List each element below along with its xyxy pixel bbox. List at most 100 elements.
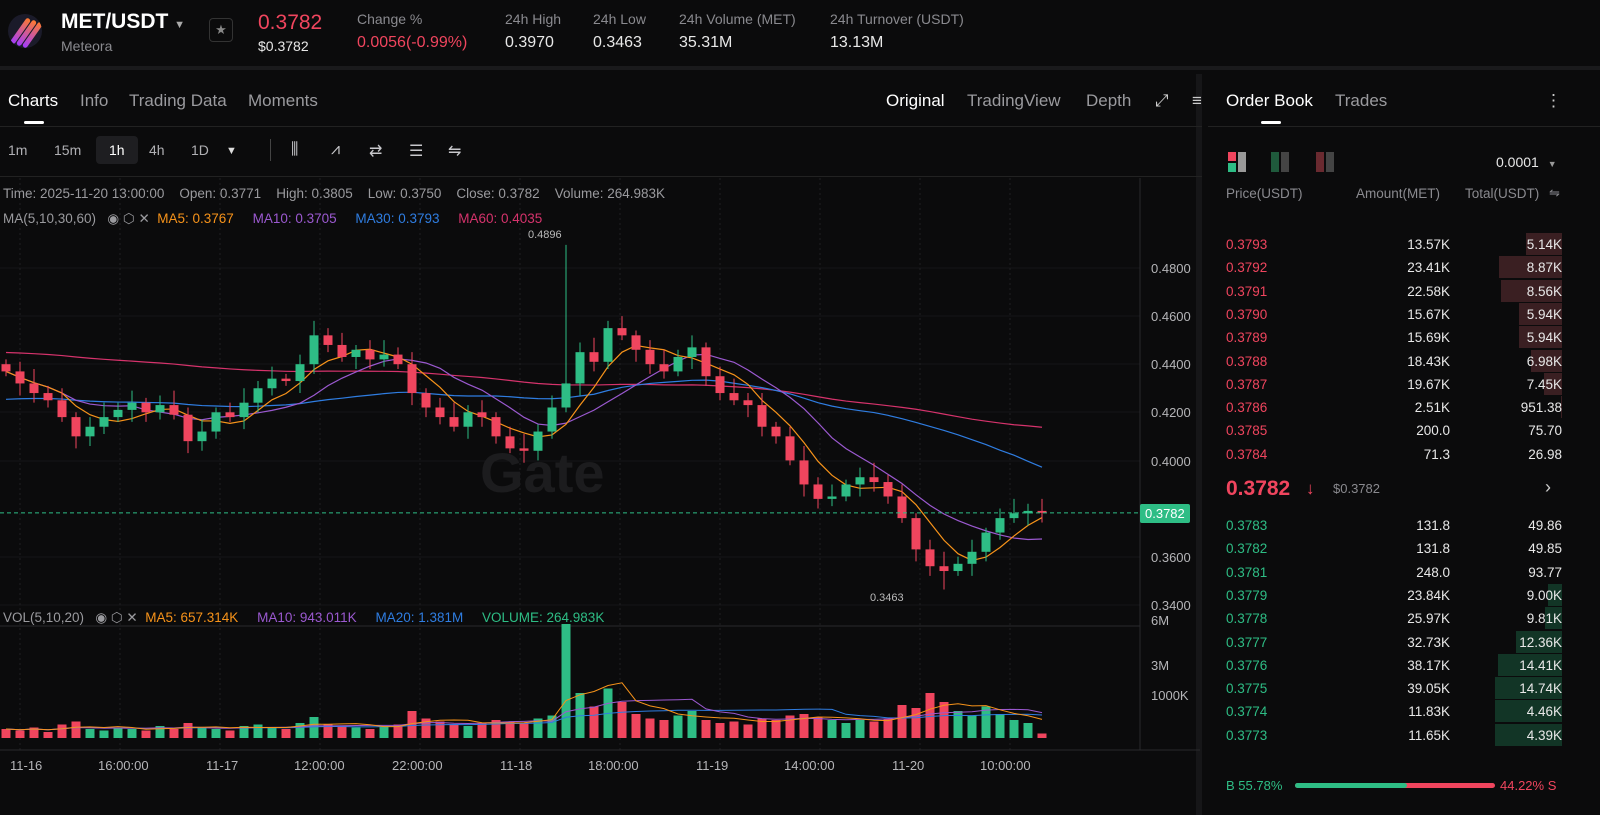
ask-row[interactable]: 0.3791 22.58K 8.56K xyxy=(1226,279,1562,303)
candle-body xyxy=(421,393,431,408)
eye-icon[interactable]: ◉ xyxy=(107,211,119,226)
bid-row[interactable]: 0.3779 23.84K 9.00K xyxy=(1226,583,1562,607)
volume-bar xyxy=(379,726,389,738)
candle-body xyxy=(813,484,823,499)
candlestick-chart[interactable] xyxy=(0,0,1200,815)
candle-body xyxy=(239,402,249,418)
close-icon[interactable]: ✕ xyxy=(126,610,137,625)
ask-row[interactable]: 0.3790 15.67K 5.94K xyxy=(1226,302,1562,326)
candle-body xyxy=(281,378,291,382)
candle-body xyxy=(939,566,949,572)
bid-row[interactable]: 0.3774 11.83K 4.46K xyxy=(1226,700,1562,723)
row-amount: 11.83K xyxy=(1408,704,1450,720)
volume-bar xyxy=(911,708,921,738)
volume-tick: 1000K xyxy=(1151,688,1189,703)
active-tab-indicator xyxy=(1261,121,1281,124)
candle-body xyxy=(869,477,879,483)
candle-body xyxy=(547,407,557,432)
row-amount: 23.41K xyxy=(1407,260,1450,276)
row-price: 0.3793 xyxy=(1226,237,1268,252)
tab-trades[interactable]: Trades xyxy=(1335,91,1387,111)
time-tick: 10:00:00 xyxy=(980,758,1031,773)
row-total: 49.85 xyxy=(1528,541,1562,557)
price-tick: 0.3600 xyxy=(1151,550,1191,565)
volume-bar xyxy=(519,723,529,738)
row-total: 4.39K xyxy=(1526,727,1562,743)
bid-row[interactable]: 0.3775 39.05K 14.74K xyxy=(1226,677,1562,700)
row-price: 0.3774 xyxy=(1226,704,1268,720)
bid-row[interactable]: 0.3776 38.17K 14.41K xyxy=(1226,653,1562,677)
volume-bar xyxy=(645,718,655,738)
ask-row[interactable]: 0.3789 15.69K 5.94K xyxy=(1226,326,1562,349)
eye-icon[interactable]: ◉ xyxy=(95,610,107,625)
row-total: 5.94K xyxy=(1526,306,1562,322)
volume-bar xyxy=(617,702,627,738)
row-amount: 131.8 xyxy=(1416,518,1450,533)
time-tick: 11-20 xyxy=(892,758,925,773)
volume-bar xyxy=(15,730,25,738)
volume-bar xyxy=(729,721,739,738)
ohlc-close: Close: 0.3782 xyxy=(456,186,540,201)
volume-bar xyxy=(169,729,179,738)
toggle-total-icon[interactable]: ⇋ xyxy=(1549,185,1560,201)
ratio-bar xyxy=(1295,783,1495,788)
more-icon[interactable]: ⋮ xyxy=(1545,91,1562,111)
row-total: 7.45K xyxy=(1526,376,1562,392)
candle-body xyxy=(71,417,81,437)
volume-bar xyxy=(813,717,823,738)
bid-row[interactable]: 0.3773 11.65K 4.39K xyxy=(1226,723,1562,747)
candle-body xyxy=(953,563,963,572)
ask-row[interactable]: 0.3787 19.67K 7.45K xyxy=(1226,372,1562,396)
settings-icon[interactable]: ⬡ xyxy=(111,610,123,625)
price-tick: 0.4000 xyxy=(1151,454,1191,469)
book-bids-icon[interactable] xyxy=(1271,152,1293,172)
volume-bar xyxy=(561,624,571,738)
row-price: 0.3786 xyxy=(1226,400,1268,416)
bid-row[interactable]: 0.3783 131.8 49.86 xyxy=(1226,514,1562,537)
ma30-value: MA30: 0.3793 xyxy=(355,211,440,226)
candle-body xyxy=(841,484,851,497)
settings-icon[interactable]: ⬡ xyxy=(123,211,135,226)
time-tick: 11-17 xyxy=(206,758,239,773)
row-amount: 15.69K xyxy=(1407,330,1450,346)
candle-body xyxy=(463,412,473,427)
precision-value: 0.0001 xyxy=(1496,154,1539,170)
tab-order-book[interactable]: Order Book xyxy=(1226,91,1313,111)
book-both-icon[interactable] xyxy=(1228,152,1250,172)
bid-row[interactable]: 0.3781 248.0 93.77 xyxy=(1226,561,1562,584)
row-total: 8.87K xyxy=(1526,260,1562,276)
candle-body xyxy=(393,354,403,365)
candle-body xyxy=(603,328,613,362)
row-price: 0.3776 xyxy=(1226,657,1268,673)
row-total: 8.56K xyxy=(1526,283,1562,299)
volume-bar xyxy=(925,693,935,738)
ask-row[interactable]: 0.3793 13.57K 5.14K xyxy=(1226,233,1562,256)
divider xyxy=(1208,126,1600,127)
buy-ratio-fill xyxy=(1295,783,1407,788)
volume-bar xyxy=(309,717,319,738)
row-total: 9.00K xyxy=(1526,587,1562,603)
row-amount: 200.0 xyxy=(1416,423,1450,439)
ask-row[interactable]: 0.3786 2.51K 951.38 xyxy=(1226,396,1562,419)
candle-body xyxy=(925,549,935,567)
row-total: 4.46K xyxy=(1526,704,1562,720)
candle-body xyxy=(715,376,725,394)
bid-row[interactable]: 0.3782 131.8 49.85 xyxy=(1226,537,1562,560)
price-tick: 0.4800 xyxy=(1151,261,1191,276)
candle-body xyxy=(85,426,95,437)
precision-select[interactable]: 0.0001 ▼ xyxy=(1496,154,1557,170)
close-icon[interactable]: ✕ xyxy=(138,211,149,226)
row-total: 12.36K xyxy=(1519,634,1562,650)
ask-row[interactable]: 0.3784 71.3 26.98 xyxy=(1226,443,1562,466)
ask-row[interactable]: 0.3788 18.43K 6.98K xyxy=(1226,349,1562,373)
chevron-right-icon[interactable]: › xyxy=(1545,477,1551,498)
bid-row[interactable]: 0.3777 32.73K 12.36K xyxy=(1226,630,1562,654)
candle-body xyxy=(785,436,795,461)
book-asks-icon[interactable] xyxy=(1316,152,1338,172)
ask-row[interactable]: 0.3785 200.0 75.70 xyxy=(1226,419,1562,442)
bid-row[interactable]: 0.3778 25.97K 9.81K xyxy=(1226,607,1562,630)
book-last-usd: $0.3782 xyxy=(1333,481,1380,496)
volume-bar xyxy=(351,727,361,738)
time-tick: 22:00:00 xyxy=(392,758,443,773)
ask-row[interactable]: 0.3792 23.41K 8.87K xyxy=(1226,256,1562,279)
